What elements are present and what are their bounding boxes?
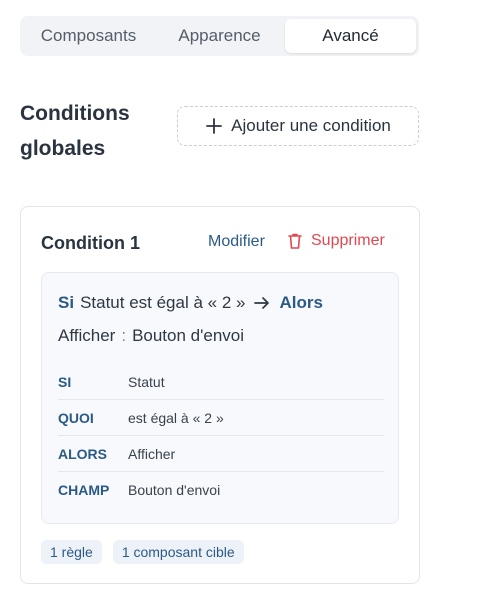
rule-key: QUOI (58, 409, 94, 426)
add-condition-label: Ajouter une condition (231, 116, 391, 135)
tab-composants[interactable]: Composants (23, 19, 154, 53)
rule-row: SI Statut (58, 364, 384, 400)
tab-bar: Composants Apparence Avancé (20, 16, 419, 56)
condition-title: Condition 1 (41, 233, 140, 253)
condition-badges: 1 règle 1 composant cible (41, 540, 244, 564)
condition-summary: Si Statut est égal à « 2 » Alors (58, 293, 323, 313)
action-summary: Afficher: Bouton d'envoi (58, 326, 244, 346)
delete-button[interactable]: Supprimer (287, 232, 385, 250)
rule-count-badge: 1 règle (41, 540, 102, 564)
arrow-right-icon (253, 295, 271, 311)
trash-icon (287, 232, 303, 250)
section-title: Conditions globales (20, 102, 130, 160)
add-condition-button[interactable]: Ajouter une condition (177, 106, 419, 146)
target-count-badge: 1 composant cible (112, 540, 244, 564)
condition-card: Condition 1 Modifier Supprimer Si Statut… (20, 206, 420, 584)
rule-key: ALORS (58, 445, 107, 462)
rule-value: est égal à « 2 » (128, 409, 224, 426)
action-separator: : (121, 326, 127, 345)
rule-value: Bouton d'envoi (128, 482, 221, 498)
rule-row: QUOI est égal à « 2 » (58, 400, 384, 436)
rule-value: Statut (128, 373, 165, 390)
rule-row: CHAMP Bouton d'envoi (58, 472, 384, 508)
rule-value: Afficher (128, 445, 176, 462)
rule-key: CHAMP (58, 482, 110, 498)
condition-detail-panel: Si Statut est égal à « 2 » Alors Affiche… (41, 272, 399, 524)
tab-avance[interactable]: Avancé (285, 19, 416, 53)
modify-button[interactable]: Modifier (208, 233, 265, 251)
if-text: Statut est égal à « 2 » (80, 293, 246, 312)
plus-icon (205, 117, 223, 135)
rule-row: ALORS Afficher (58, 436, 384, 472)
delete-label: Supprimer (311, 232, 385, 249)
rules-table: SI Statut QUOI est égal à « 2 » ALORS Af… (58, 364, 384, 508)
action-target: Bouton d'envoi (132, 326, 245, 345)
then-keyword: Alors (279, 293, 323, 312)
if-keyword: Si (58, 293, 75, 312)
tab-apparence[interactable]: Apparence (154, 19, 285, 53)
action-text: Afficher (58, 326, 116, 345)
rule-key: SI (58, 373, 72, 390)
